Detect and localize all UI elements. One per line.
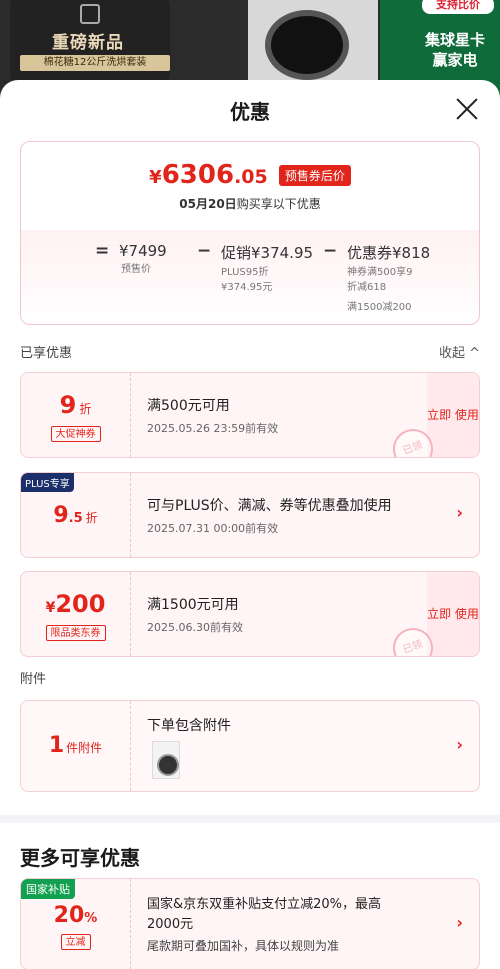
close-icon[interactable]: [456, 98, 478, 120]
chevron-right-icon[interactable]: ›: [456, 913, 463, 932]
coupon-amount: 优惠券¥818: [347, 244, 431, 262]
coupon-detail-3: 满1500减200: [347, 302, 412, 313]
coupon-card: ¥200 限品类东券 满1500元可用 2025.06.30前有效 立即 使用 …: [20, 571, 480, 657]
coupon-amount-value: 200: [55, 590, 106, 618]
final-price: ¥6306.05: [149, 160, 268, 190]
accessory-count: 1 件附件: [21, 733, 130, 758]
subsidy-line-1: 国家&京东双重补贴支付立减20%，最高: [147, 897, 382, 912]
minus-sign: −: [323, 241, 338, 261]
subsidy-line-3: 尾款期可叠加国补，具体以规则为准: [147, 939, 340, 953]
accessory-count-panel: 1 件附件: [21, 701, 131, 791]
promotion-col: 促销¥374.95 PLUS95折 ¥374.95元: [221, 242, 313, 295]
presale-price-col: ¥7499 预售价: [119, 242, 167, 277]
note-text: 购买享以下优惠: [236, 197, 321, 211]
use-now-button[interactable]: 立即 使用: [427, 572, 479, 656]
coupon-title: 满1500元可用: [147, 597, 239, 613]
subsidy-value: 20%: [21, 903, 130, 928]
discount-sheet: 优惠 ¥6306.05 预售券后价 05月20日购买享以下优惠 = ¥7499 …: [0, 80, 500, 969]
coupon-value-panel: 9折 大促神券: [21, 373, 131, 457]
accessory-count-unit: 件附件: [66, 741, 103, 755]
coupon-expiry: 2025.05.26 23:59前有效: [147, 422, 279, 435]
discount-unit: 折: [85, 511, 98, 525]
promo-left-title: 重磅新品: [52, 33, 124, 53]
coupon-card: 9折 大促神券 满500元可用 2025.05.26 23:59前有效 立即 使…: [20, 372, 480, 458]
subsidy-line-2: 2000元: [147, 917, 194, 932]
coupon-value: 9.5 折: [21, 503, 130, 528]
coupon-card: PLUS专享 9.5 折 可与PLUS价、满减、券等优惠叠加使用 2025.07.…: [20, 472, 480, 558]
equals-sign: =: [95, 241, 110, 261]
chevron-right-icon[interactable]: ›: [456, 503, 463, 522]
subsidy-value-panel: 20% 立减: [21, 879, 131, 969]
coupon-detail-2: 折减618: [347, 282, 387, 293]
promotion-amount: 促销¥374.95: [221, 244, 314, 262]
coupon-type-stamp: 限品类东券: [45, 625, 106, 641]
promotion-detail-1: PLUS95折: [221, 267, 269, 278]
sheet-title: 优惠: [230, 100, 270, 124]
use-now-button[interactable]: 立即 使用: [427, 373, 479, 457]
price-tag-badge: 预售券后价: [278, 164, 351, 186]
coupon-value-panel: ¥200 限品类东券: [21, 572, 131, 656]
note-date: 05月20日: [179, 197, 237, 211]
price-breakdown: = ¥7499 预售价 − 促销¥374.95 PLUS95折 ¥374.95元…: [95, 241, 475, 322]
coupon-detail-1: 神券满500享9: [347, 267, 413, 278]
coupon-value: ¥200: [21, 590, 130, 618]
collapse-toggle[interactable]: 收起 ^: [439, 342, 480, 361]
coupon-col: 优惠券¥818 神券满500享9 折减618 满1500减200: [347, 242, 430, 315]
section-divider: [0, 815, 500, 823]
subsidy-stamp: 立减: [60, 934, 91, 950]
more-offers-title: 更多可享优惠: [20, 846, 140, 870]
discount-unit: 折: [79, 402, 92, 416]
coupon-value-panel: 9.5 折: [21, 473, 131, 557]
discount-value: 9: [59, 391, 77, 419]
coupon-title: 满500元可用: [147, 398, 230, 414]
currency-symbol: ¥: [45, 600, 56, 616]
accessory-section-label: 附件: [20, 672, 47, 687]
coupon-expiry: 2025.07.31 00:00前有效: [147, 522, 279, 535]
sheet-header: 优惠: [0, 80, 500, 138]
coupon-title: 可与PLUS价、满减、券等优惠叠加使用: [147, 498, 392, 514]
accessory-title: 下单包含附件: [147, 718, 231, 734]
accessory-count-value: 1: [48, 733, 65, 758]
presale-label: 预售价: [121, 264, 151, 275]
washer-thumbnail: [152, 741, 180, 779]
percent-sign: %: [84, 911, 98, 926]
subsidy-percent: 20: [53, 903, 85, 928]
minus-sign: −: [197, 241, 212, 261]
price-note: 05月20日购买享以下优惠: [21, 195, 479, 212]
final-price-row: ¥6306.05 预售券后价: [21, 160, 479, 190]
price-cents: .05: [234, 166, 268, 188]
discount-decimal: .5: [68, 511, 83, 526]
promo-right-main: 集球星卡 赢家电: [424, 31, 485, 69]
enjoyed-section-label: 已享优惠: [20, 346, 73, 361]
washer-drum-image: [265, 10, 349, 80]
discount-value: 9: [53, 503, 69, 528]
promo-left-sub: 棉花糖12公斤洗烘套装: [20, 55, 170, 71]
subsidy-card[interactable]: 国家补贴 20% 立减 国家&京东双重补贴支付立减20%，最高 2000元 尾款…: [20, 878, 480, 969]
chevron-right-icon[interactable]: ›: [456, 735, 463, 754]
coupon-value: 9折: [21, 391, 130, 419]
accessory-card[interactable]: 1 件附件 下单包含附件 ›: [20, 700, 480, 792]
price-integer: 6306: [161, 160, 235, 190]
currency-symbol: ¥: [149, 167, 162, 188]
promo-right-top: 支持比价: [422, 0, 494, 14]
presale-price: ¥7499: [119, 242, 167, 260]
coupon-type-stamp: 大促神券: [50, 426, 101, 442]
promotion-detail-2: ¥374.95元: [221, 282, 273, 293]
price-summary-card: ¥6306.05 预售券后价 05月20日购买享以下优惠 = ¥7499 预售价…: [20, 141, 480, 325]
box-icon: [80, 4, 100, 24]
coupon-expiry: 2025.06.30前有效: [147, 621, 243, 634]
